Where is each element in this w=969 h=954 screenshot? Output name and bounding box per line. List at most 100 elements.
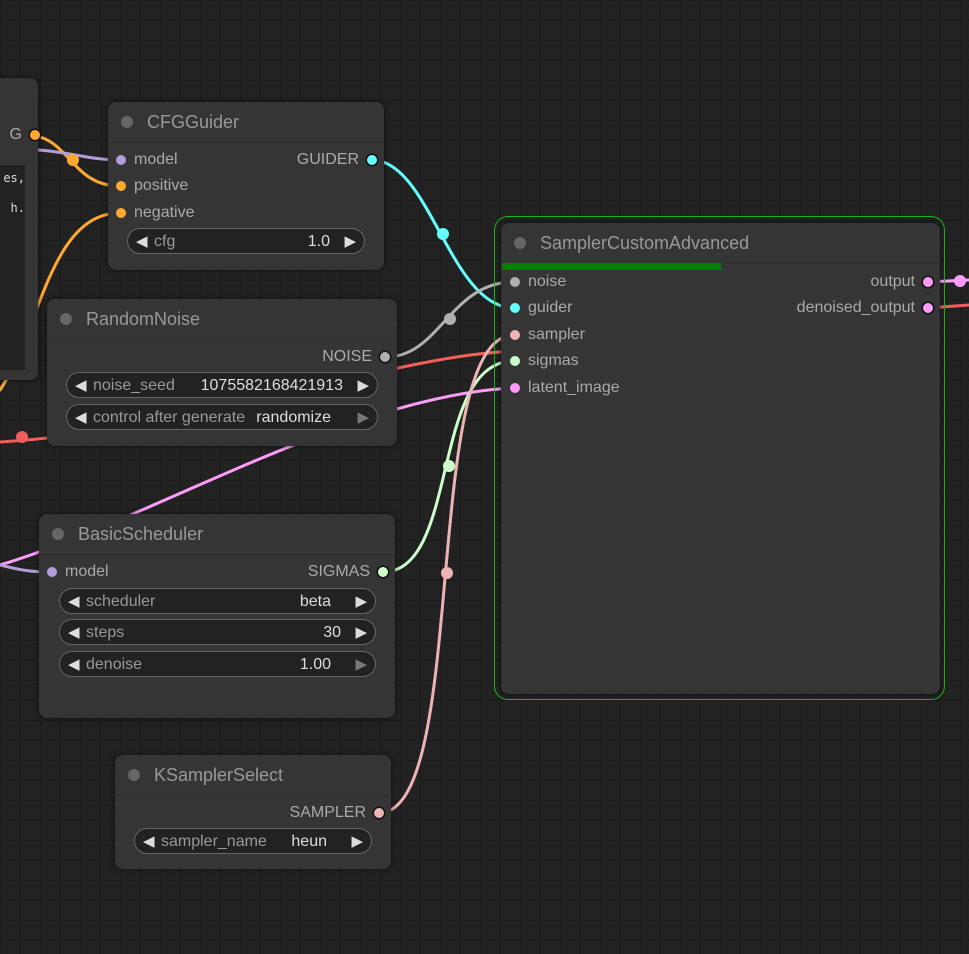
- widget-value[interactable]: beta: [300, 589, 331, 615]
- output-label: GUIDER: [296, 151, 359, 168]
- collapse-dot[interactable]: [121, 116, 133, 128]
- decrement-arrow-icon[interactable]: ◀: [75, 405, 87, 431]
- widget-label: control after generate: [93, 409, 246, 426]
- widget-cfg[interactable]: ◀ cfg 1.0 ▶: [127, 228, 365, 254]
- widget-steps[interactable]: ◀ steps 30 ▶: [59, 619, 376, 645]
- output-label: SAMPLER: [289, 804, 366, 821]
- input-label: noise: [528, 273, 567, 290]
- widget-label: steps: [86, 624, 125, 641]
- link-midpoint: [67, 154, 79, 166]
- widget-label: scheduler: [86, 593, 156, 610]
- output-output[interactable]: output: [870, 272, 933, 292]
- node-title-bar[interactable]: SamplerCustomAdvanced: [501, 223, 940, 264]
- collapse-dot[interactable]: [128, 769, 140, 781]
- link-midpoint: [954, 275, 966, 287]
- widget-value[interactable]: randomize: [256, 405, 331, 431]
- increment-arrow-icon[interactable]: ▶: [351, 829, 363, 855]
- node-title-bar[interactable]: KSamplerSelect: [115, 755, 391, 796]
- node-ksampler-select[interactable]: KSamplerSelect SAMPLER ◀ sampler_name he…: [115, 755, 391, 869]
- increment-arrow-icon[interactable]: ▶: [355, 620, 367, 646]
- widget-value[interactable]: 1.00: [300, 652, 331, 678]
- collapse-dot[interactable]: [60, 313, 72, 325]
- output-label: NOISE: [322, 348, 372, 365]
- input-label: latent_image: [528, 379, 620, 396]
- increment-arrow-icon[interactable]: ▶: [344, 229, 356, 255]
- increment-arrow-icon[interactable]: ▶: [355, 652, 367, 678]
- output-sigmas[interactable]: SIGMAS: [307, 562, 388, 582]
- widget-label: denoise: [86, 656, 143, 673]
- collapse-dot[interactable]: [52, 528, 64, 540]
- node-title: KSamplerSelect: [154, 765, 284, 785]
- input-positive[interactable]: positive: [116, 176, 189, 196]
- node-basic-scheduler[interactable]: BasicScheduler model SIGMAS ◀ scheduler …: [39, 514, 395, 718]
- input-label: positive: [134, 177, 189, 194]
- input-label: sampler: [528, 326, 585, 343]
- decrement-arrow-icon[interactable]: ◀: [68, 652, 80, 678]
- decrement-arrow-icon[interactable]: ◀: [136, 229, 148, 255]
- link-midpoint: [444, 313, 456, 325]
- collapse-dot[interactable]: [514, 237, 526, 249]
- output-sampler[interactable]: SAMPLER: [289, 803, 384, 823]
- widget-label: noise_seed: [93, 377, 175, 394]
- input-latent-image[interactable]: latent_image: [510, 378, 620, 398]
- node-text-encode-partial[interactable]: G es, h.: [0, 78, 40, 380]
- output-dot[interactable]: [30, 130, 40, 140]
- output-label: output: [870, 273, 915, 290]
- output-noise[interactable]: NOISE: [322, 347, 390, 367]
- input-model[interactable]: model: [47, 562, 109, 582]
- text-line: h.: [10, 201, 25, 215]
- decrement-arrow-icon[interactable]: ◀: [68, 589, 80, 615]
- widget-sampler-name[interactable]: ◀ sampler_name heun ▶: [134, 828, 372, 854]
- input-sigmas[interactable]: sigmas: [510, 351, 579, 371]
- node-random-noise[interactable]: RandomNoise NOISE ◀ noise_seed 107558216…: [47, 299, 397, 446]
- input-label: negative: [134, 204, 195, 221]
- input-label: guider: [528, 299, 573, 316]
- widget-label: cfg: [154, 233, 176, 250]
- progress-bar: [502, 263, 721, 270]
- text-line: es,: [3, 171, 25, 185]
- widget-value[interactable]: 1075582168421913: [201, 373, 343, 399]
- widget-control-after-generate[interactable]: ◀ control after generate randomize ▶: [66, 404, 378, 430]
- link-midpoint: [441, 567, 453, 579]
- widget-label: sampler_name: [161, 833, 267, 850]
- widget-value[interactable]: heun: [291, 829, 327, 855]
- increment-arrow-icon[interactable]: ▶: [357, 373, 369, 399]
- node-title-bar[interactable]: BasicScheduler: [39, 514, 395, 555]
- input-guider[interactable]: guider: [510, 298, 573, 318]
- widget-denoise[interactable]: ◀ denoise 1.00 ▶: [59, 651, 376, 677]
- decrement-arrow-icon[interactable]: ◀: [75, 373, 87, 399]
- increment-arrow-icon[interactable]: ▶: [355, 589, 367, 615]
- output-label: denoised_output: [796, 299, 915, 316]
- input-noise[interactable]: noise: [510, 272, 567, 292]
- output-denoised-output[interactable]: denoised_output: [796, 298, 933, 318]
- widget-scheduler[interactable]: ◀ scheduler beta ▶: [59, 588, 376, 614]
- input-label: sigmas: [528, 352, 579, 369]
- node-title-bar[interactable]: CFGGuider: [108, 102, 384, 143]
- decrement-arrow-icon[interactable]: ◀: [143, 829, 155, 855]
- node-title: CFGGuider: [147, 112, 240, 132]
- node-title: SamplerCustomAdvanced: [540, 233, 750, 253]
- link-midpoint: [16, 431, 28, 443]
- output-guider[interactable]: GUIDER: [296, 150, 377, 170]
- widget-value[interactable]: 30: [323, 620, 341, 646]
- decrement-arrow-icon[interactable]: ◀: [68, 620, 80, 646]
- input-label: model: [65, 563, 109, 580]
- output-label: G: [9, 126, 22, 143]
- link-midpoint: [443, 460, 455, 472]
- node-title-bar[interactable]: RandomNoise: [47, 299, 397, 340]
- node-title: RandomNoise: [86, 309, 201, 329]
- widget-noise-seed[interactable]: ◀ noise_seed 1075582168421913 ▶: [66, 372, 378, 398]
- node-sampler-custom-advanced[interactable]: SamplerCustomAdvanced noise guider sampl…: [501, 223, 940, 694]
- output-conditioning[interactable]: G: [9, 125, 40, 145]
- output-label: SIGMAS: [307, 563, 370, 580]
- widget-value[interactable]: 1.0: [308, 229, 330, 255]
- prompt-textarea[interactable]: es, h.: [0, 165, 25, 370]
- link-midpoint: [437, 228, 449, 240]
- node-title: BasicScheduler: [78, 524, 204, 544]
- input-negative[interactable]: negative: [116, 203, 195, 223]
- input-label: model: [134, 151, 178, 168]
- increment-arrow-icon[interactable]: ▶: [357, 405, 369, 431]
- node-cfg-guider[interactable]: CFGGuider model positive negative GUIDER…: [108, 102, 384, 270]
- input-sampler[interactable]: sampler: [510, 325, 585, 345]
- input-model[interactable]: model: [116, 150, 178, 170]
